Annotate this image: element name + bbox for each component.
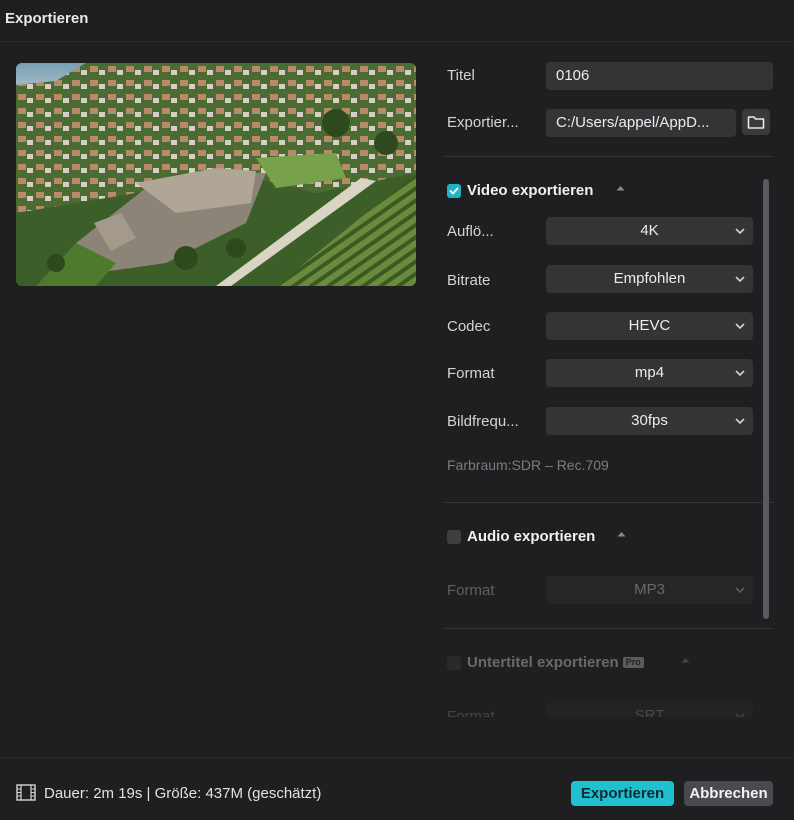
folder-icon bbox=[747, 116, 765, 129]
title-label: Titel bbox=[447, 67, 475, 84]
export-path-label: Exportier... bbox=[447, 114, 519, 131]
caret-up-icon[interactable] bbox=[617, 531, 626, 537]
dialog-title: Exportieren bbox=[5, 10, 89, 27]
chevron-down-icon bbox=[735, 418, 745, 424]
browse-folder-button[interactable] bbox=[742, 109, 770, 135]
format-select[interactable]: mp4 bbox=[546, 359, 753, 387]
caret-up-icon[interactable] bbox=[616, 185, 625, 191]
chevron-down-icon bbox=[735, 323, 745, 329]
codec-select[interactable]: HEVC bbox=[546, 312, 753, 340]
framerate-select[interactable]: 30fps bbox=[546, 407, 753, 435]
preview-image bbox=[16, 63, 416, 286]
subtitle-format-row: Format SRT bbox=[440, 697, 780, 717]
chevron-down-icon bbox=[735, 587, 745, 593]
video-section-label: Video exportieren bbox=[467, 182, 594, 199]
caret-up-icon[interactable] bbox=[681, 657, 690, 663]
divider bbox=[444, 628, 774, 629]
export-info: Dauer: 2m 19s | Größe: 437M (geschätzt) bbox=[44, 785, 322, 802]
audio-export-checkbox[interactable] bbox=[447, 530, 461, 544]
subtitle-section-label: Untertitel exportieren Pro bbox=[467, 654, 644, 671]
resolution-value: 4K bbox=[640, 222, 659, 239]
pro-badge: Pro bbox=[622, 657, 644, 668]
subtitle-export-checkbox[interactable] bbox=[447, 656, 461, 670]
bitrate-select[interactable]: Empfohlen bbox=[546, 265, 753, 293]
chevron-down-icon bbox=[735, 370, 745, 376]
subtitle-format-value: SRT bbox=[634, 707, 665, 717]
codec-value: HEVC bbox=[628, 317, 671, 334]
dialog-footer: Dauer: 2m 19s | Größe: 437M (geschätzt) … bbox=[0, 757, 794, 820]
chevron-down-icon bbox=[735, 276, 745, 282]
audio-format-value: MP3 bbox=[634, 581, 665, 598]
video-export-checkbox[interactable] bbox=[447, 184, 461, 198]
subtitle-format-select[interactable]: SRT bbox=[546, 702, 753, 717]
export-dialog: Exportieren Titel 0106 Exportier... C:/U… bbox=[0, 0, 794, 820]
framerate-label: Bildfrequ... bbox=[447, 413, 519, 430]
resolution-select[interactable]: 4K bbox=[546, 217, 753, 245]
video-preview bbox=[16, 63, 416, 286]
chevron-down-icon bbox=[735, 228, 745, 234]
title-bar: Exportieren bbox=[0, 0, 794, 42]
framerate-value: 30fps bbox=[631, 412, 668, 429]
audio-format-select[interactable]: MP3 bbox=[546, 576, 753, 604]
divider bbox=[444, 156, 774, 157]
bitrate-label: Bitrate bbox=[447, 272, 491, 289]
audio-format-label: Format bbox=[447, 582, 495, 599]
divider bbox=[444, 502, 774, 503]
format-label: Format bbox=[447, 365, 495, 382]
cancel-button[interactable]: Abbrechen bbox=[684, 781, 773, 806]
subtitle-format-label: Format bbox=[447, 708, 495, 717]
settings-panel: Titel 0106 Exportier... C:/Users/appel/A… bbox=[440, 42, 794, 757]
resolution-label: Auflö... bbox=[447, 223, 494, 240]
colorspace-info: Farbraum:SDR – Rec.709 bbox=[447, 457, 609, 473]
audio-section-label: Audio exportieren bbox=[467, 528, 596, 545]
chevron-down-icon bbox=[735, 713, 745, 717]
format-value: mp4 bbox=[634, 364, 665, 381]
title-input[interactable]: 0106 bbox=[546, 62, 773, 90]
codec-label: Codec bbox=[447, 318, 491, 335]
export-button[interactable]: Exportieren bbox=[571, 781, 674, 806]
film-icon bbox=[16, 784, 36, 801]
export-path-input[interactable]: C:/Users/appel/AppD... bbox=[546, 109, 736, 137]
checkmark-icon bbox=[449, 187, 459, 195]
bitrate-value: Empfohlen bbox=[613, 270, 686, 287]
settings-scrollbar[interactable] bbox=[763, 179, 769, 619]
